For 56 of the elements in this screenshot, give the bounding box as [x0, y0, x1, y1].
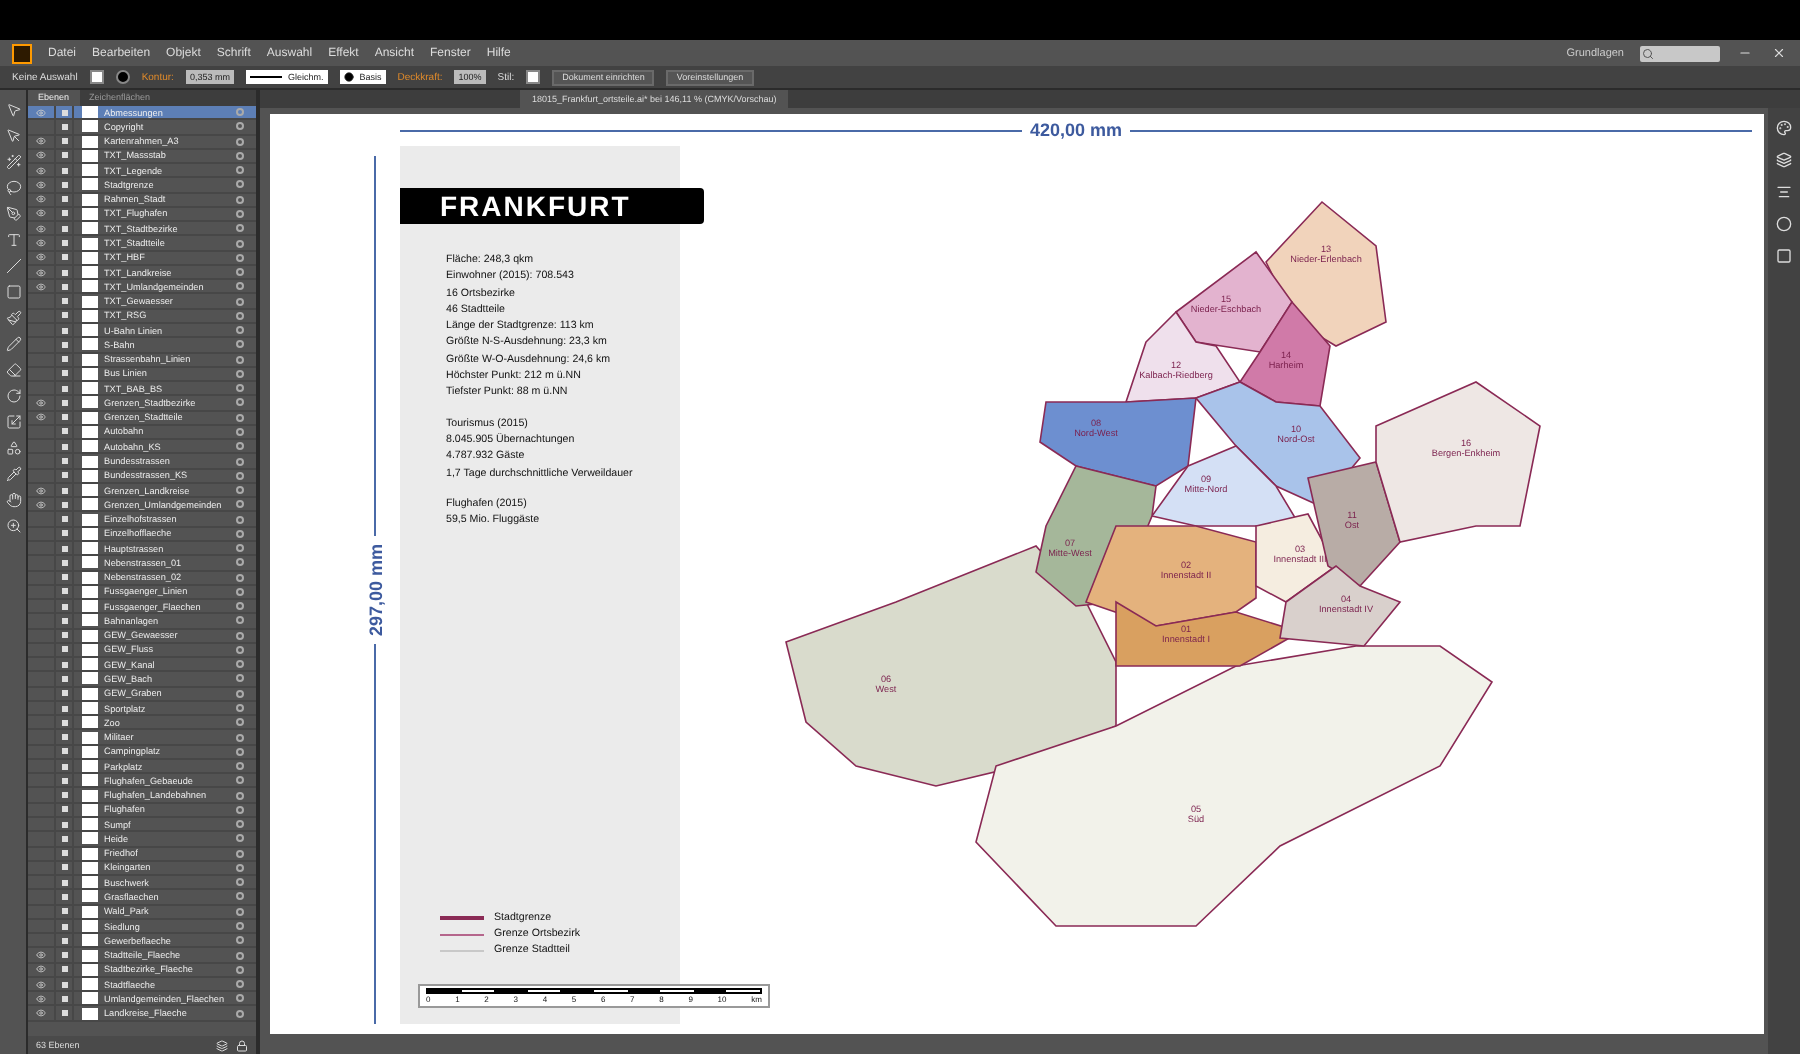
brush-icon[interactable] — [5, 310, 21, 326]
stroke-swatch[interactable] — [115, 70, 130, 84]
eye-icon[interactable] — [36, 238, 46, 249]
align-icon[interactable] — [1776, 184, 1792, 200]
city-title: FRANKFURT — [400, 188, 704, 224]
search-icon[interactable] — [1642, 47, 1654, 59]
scale-icon[interactable] — [5, 414, 21, 430]
magic-wand-icon[interactable] — [5, 154, 21, 170]
eye-icon[interactable] — [36, 281, 46, 292]
eye-icon[interactable] — [36, 979, 46, 990]
eye-icon[interactable] — [36, 252, 46, 263]
eye-icon[interactable] — [36, 993, 46, 1004]
direct-selection-icon[interactable] — [5, 128, 21, 144]
hand-icon[interactable] — [5, 492, 21, 508]
search-field[interactable] — [1640, 45, 1720, 61]
eye-icon[interactable] — [36, 179, 46, 190]
eye-icon[interactable] — [36, 208, 46, 219]
eye-icon[interactable] — [36, 136, 46, 147]
style-swatch[interactable] — [526, 70, 541, 84]
rectangle-icon[interactable] — [5, 284, 21, 300]
line-icon[interactable] — [5, 258, 21, 274]
eye-icon[interactable] — [36, 223, 46, 234]
eyedropper-icon[interactable] — [5, 466, 21, 482]
lock-icon[interactable] — [236, 1039, 248, 1051]
square-icon[interactable] — [1776, 248, 1792, 264]
pencil-icon[interactable] — [5, 336, 21, 352]
eye-icon[interactable] — [36, 194, 46, 205]
layers-icon[interactable] — [1776, 152, 1792, 168]
width-dimension: 420,00 mm — [1029, 120, 1123, 140]
eye-icon[interactable] — [36, 499, 46, 510]
pen-icon[interactable] — [5, 206, 21, 222]
eye-icon[interactable] — [36, 165, 46, 176]
shapes-icon[interactable] — [5, 440, 21, 456]
circle-icon[interactable] — [1776, 216, 1792, 232]
eye-icon[interactable] — [36, 485, 46, 496]
eye-icon[interactable] — [36, 412, 46, 423]
close-icon[interactable] — [1770, 45, 1788, 61]
brush-dot-icon — [343, 72, 354, 82]
eye-icon[interactable] — [36, 150, 46, 161]
zoom-icon[interactable] — [5, 518, 21, 534]
lasso-icon[interactable] — [5, 180, 21, 196]
selection-arrow-icon[interactable] — [5, 102, 21, 118]
height-dimension: 297,00 mm — [365, 543, 385, 637]
eye-icon[interactable] — [36, 267, 46, 278]
color-panel-icon[interactable] — [1776, 120, 1792, 136]
eye-icon[interactable] — [36, 107, 46, 118]
layers-icon[interactable] — [216, 1039, 228, 1051]
rotate-icon[interactable] — [5, 388, 21, 404]
app-logo — [12, 43, 32, 63]
eye-icon[interactable] — [36, 950, 46, 961]
eraser-icon[interactable] — [5, 362, 21, 378]
fill-swatch[interactable] — [89, 70, 104, 84]
eye-icon[interactable] — [36, 397, 46, 408]
eye-icon[interactable] — [36, 964, 46, 975]
eye-icon[interactable] — [36, 1008, 46, 1019]
type-icon[interactable] — [5, 232, 21, 248]
